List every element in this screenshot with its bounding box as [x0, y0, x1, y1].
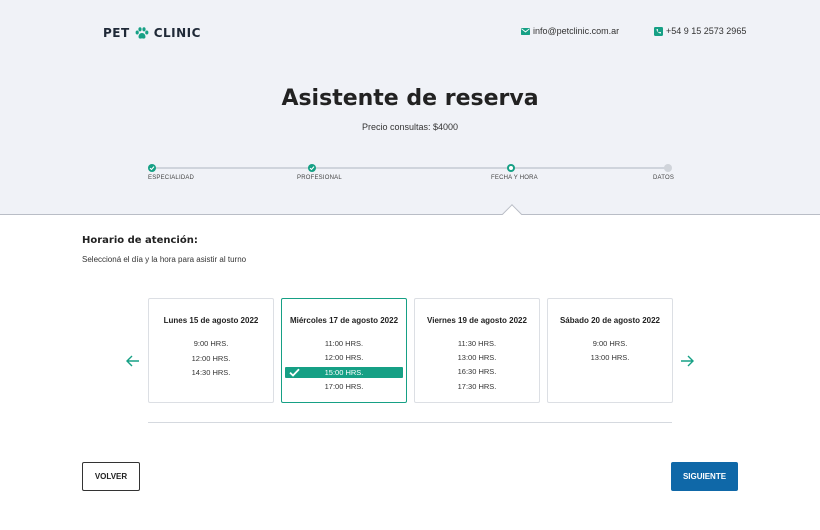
- day-title: Miércoles 17 de agosto 2022: [289, 316, 399, 325]
- next-button[interactable]: SIGUIENTE: [671, 462, 738, 491]
- time-slot[interactable]: 9:00 HRS.: [152, 338, 270, 349]
- time-slot-selected[interactable]: 15:00 HRS.: [285, 367, 403, 378]
- logo-text-left: PET: [103, 26, 130, 40]
- next-days-button[interactable]: [679, 353, 695, 369]
- contact-phone[interactable]: +54 9 15 2573 2965: [654, 26, 746, 36]
- step-profesional: PROFESIONAL: [297, 175, 342, 181]
- phone-icon: [654, 26, 663, 36]
- time-slot-label: 15:00 HRS.: [324, 368, 364, 377]
- arrow-left-icon: [126, 355, 139, 367]
- time-slot[interactable]: 11:00 HRS.: [285, 338, 403, 349]
- check-icon: [149, 166, 155, 171]
- day-title: Sábado 20 de agosto 2022: [559, 316, 661, 325]
- day-card-sabado: Sábado 20 de agosto 2022 9:00 HRS. 13:00…: [547, 298, 673, 403]
- step-especialidad: ESPECIALIDAD: [148, 175, 195, 181]
- time-slot[interactable]: 12:00 HRS.: [285, 352, 403, 363]
- phone-text: +54 9 15 2573 2965: [666, 26, 747, 36]
- time-slot[interactable]: 14:30 HRS.: [152, 367, 270, 378]
- day-card-miercoles: Miércoles 17 de agosto 2022 11:00 HRS. 1…: [281, 298, 407, 403]
- step-profesional-indicator: [308, 164, 316, 172]
- step-especialidad-indicator: [148, 164, 156, 172]
- day-card-lunes: Lunes 15 de agosto 2022 9:00 HRS. 12:00 …: [148, 298, 274, 403]
- back-button[interactable]: VOLVER: [82, 462, 140, 491]
- day-title: Viernes 19 de agosto 2022: [427, 316, 527, 325]
- page-title: Asistente de reserva: [281, 86, 539, 111]
- arrow-right-icon: [681, 355, 694, 367]
- time-slot[interactable]: 11:30 HRS.: [418, 338, 536, 349]
- time-slot[interactable]: 13:00 HRS.: [418, 352, 536, 363]
- step-datos-indicator: [664, 164, 672, 172]
- check-icon: [309, 166, 315, 171]
- step-fecha-hora: FECHA Y HORA: [491, 175, 538, 181]
- time-slot[interactable]: 13:00 HRS.: [551, 352, 669, 363]
- logo[interactable]: PET CLINIC: [103, 26, 201, 40]
- check-icon: [289, 368, 300, 377]
- price-subtitle: Precio consultas: $4000: [361, 122, 459, 132]
- time-slot[interactable]: 12:00 HRS.: [152, 353, 270, 364]
- day-title: Lunes 15 de agosto 2022: [163, 316, 259, 325]
- time-slot[interactable]: 17:30 HRS.: [418, 381, 536, 392]
- prev-days-button[interactable]: [125, 353, 141, 369]
- stepper-track: [152, 167, 668, 169]
- time-slot[interactable]: 16:30 HRS.: [418, 366, 536, 377]
- schedule-subtitle: Seleccioná el día y la hora para asistir…: [82, 255, 247, 264]
- email-text: info@petclinic.com.ar: [533, 26, 620, 36]
- envelope-icon: [521, 27, 530, 35]
- step-fecha-hora-indicator: [507, 164, 515, 172]
- contact-email[interactable]: info@petclinic.com.ar: [521, 26, 619, 36]
- logo-text-right: CLINIC: [153, 26, 201, 40]
- time-slot[interactable]: 17:00 HRS.: [285, 381, 403, 392]
- time-slot[interactable]: 9:00 HRS.: [551, 338, 669, 349]
- step-datos: DATOS: [653, 175, 675, 181]
- day-card-viernes: Viernes 19 de agosto 2022 11:30 HRS. 13:…: [414, 298, 540, 403]
- paw-icon: [135, 26, 149, 40]
- divider: [148, 422, 672, 423]
- schedule-title: Horario de atención:: [82, 235, 198, 246]
